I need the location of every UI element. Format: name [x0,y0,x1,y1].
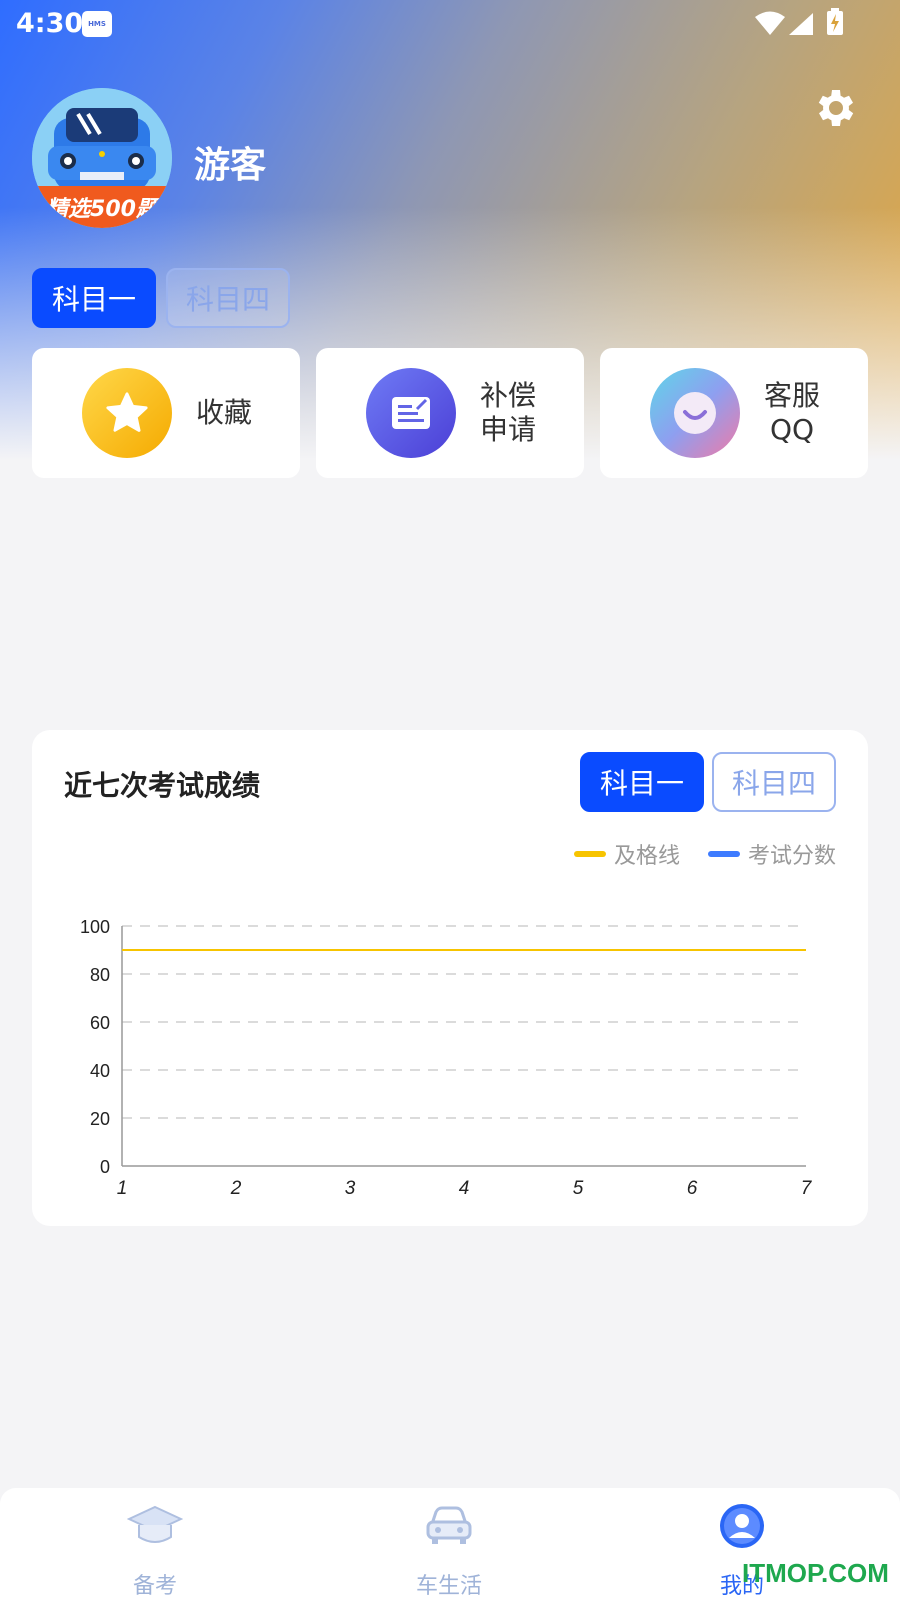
tab-car-life-label: 车生活 [415,1574,482,1599]
subject-tab-1[interactable]: 科目一 [32,268,156,328]
y-tick-label: 60 [90,1013,110,1033]
x-tick-label: 5 [573,1178,584,1199]
watermark: ITMOP.COM [742,1558,889,1588]
customer-service-label-line2: QQ [769,413,815,446]
wifi-icon [754,10,786,43]
x-tick-label: 2 [230,1178,242,1199]
graduation-cap-icon [127,1502,183,1550]
avatar[interactable]: 精选500题 [32,88,172,228]
compensation-label-line2: 申请 [480,413,537,446]
recent-scores-card: 近七次考试成绩 科目一 科目四 及格线 考试分数 0 20 40 60 80 100 1 2 3… [32,730,868,1226]
star-icon [82,368,172,458]
chat-smile-icon [650,368,740,458]
favorites-label: 收藏 [196,348,252,478]
x-tick-label: 4 [459,1178,470,1199]
signal-icon [788,12,814,43]
tab-car-life[interactable]: 车生活 [369,1488,529,1600]
user-profile-icon [718,1502,766,1550]
hms-badge: HMS [82,11,112,37]
username[interactable]: 游客 [194,136,266,188]
form-icon [366,368,456,458]
x-tick-label: 6 [687,1178,698,1199]
status-bar: 4:30 HMS [0,0,900,48]
settings-gear-icon[interactable] [810,84,858,136]
y-tick-label: 0 [100,1157,110,1177]
compensation-label: 补偿 申请 [480,348,536,478]
subject-tab-4[interactable]: 科目四 [166,268,290,328]
status-time: 4:30 [16,8,84,39]
customer-service-label: 客服 QQ [764,348,820,478]
score-line-chart: 0 20 40 60 80 100 1 2 3 4 5 6 7 [80,917,813,1199]
x-tick-label: 3 [345,1178,356,1199]
x-tick-label: 1 [117,1178,128,1199]
favorites-label-text: 收藏 [196,396,253,429]
car-icon [424,1502,474,1550]
compensation-label-line1: 补偿 [480,379,537,412]
avatar-banner: 精选500题 [32,186,172,228]
favorites-card[interactable]: 收藏 [32,348,300,478]
y-tick-label: 100 [80,917,110,937]
y-tick-label: 80 [90,965,110,985]
battery-charging-icon [826,8,844,43]
y-tick-label: 20 [90,1109,110,1129]
x-tick-label: 7 [801,1178,813,1199]
tab-exam-prep-label: 备考 [132,1574,177,1599]
y-tick-label: 40 [90,1061,110,1081]
customer-service-label-line1: 客服 [764,379,821,412]
compensation-card[interactable]: 补偿 申请 [316,348,584,478]
tab-exam-prep[interactable]: 备考 [75,1488,235,1600]
customer-service-card[interactable]: 客服 QQ [600,348,868,478]
